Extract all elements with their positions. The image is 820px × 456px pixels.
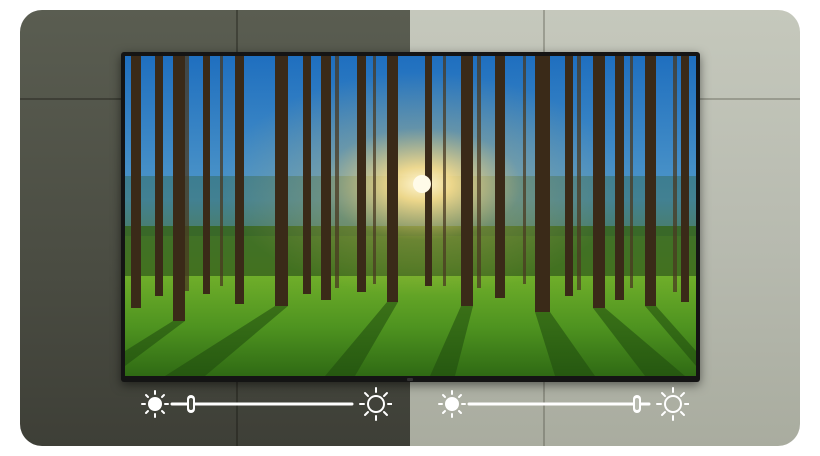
sun-bright-icon <box>359 387 392 421</box>
comparison-frame <box>20 10 800 446</box>
tv-logo <box>407 378 413 381</box>
left-brightness-control <box>140 386 392 422</box>
sun-bright-icon <box>656 387 689 421</box>
tv-screen <box>125 56 696 376</box>
television <box>121 52 700 382</box>
sun-dim-icon <box>141 390 169 418</box>
right-brightness-control <box>437 386 689 422</box>
forest-scene <box>125 56 696 376</box>
sun-dim-icon <box>438 390 466 418</box>
